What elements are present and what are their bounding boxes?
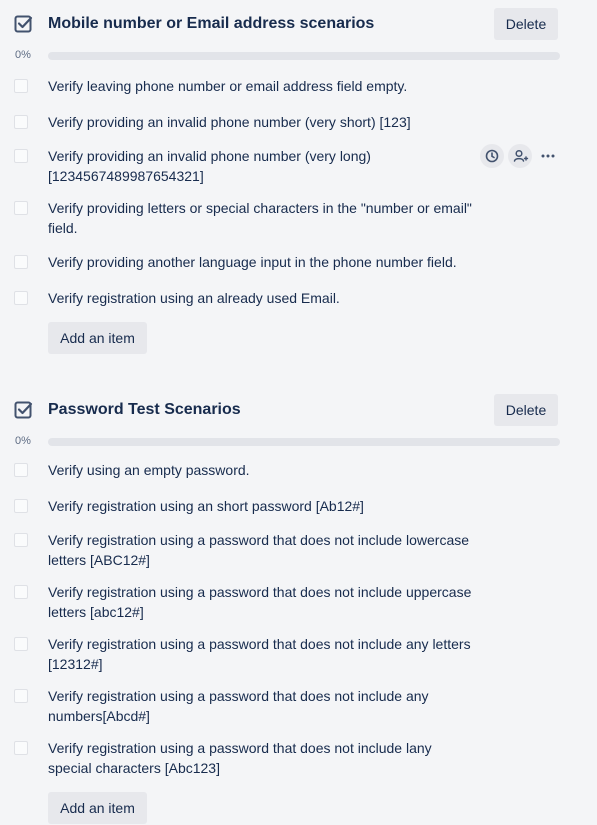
checklist-icon — [14, 15, 33, 33]
checklist-title[interactable]: Mobile number or Email address scenarios — [48, 15, 374, 33]
item-text[interactable]: Verify registration using an already use… — [48, 288, 478, 308]
checklist-header: Password Test Scenarios Delete — [0, 394, 597, 428]
item-checkbox[interactable] — [14, 499, 28, 513]
item-checkbox[interactable] — [14, 637, 28, 651]
assign-member-icon[interactable] — [508, 144, 532, 168]
item-checkbox[interactable] — [14, 689, 28, 703]
progress-percentage: 0% — [15, 49, 31, 61]
item-text[interactable]: Verify providing another language input … — [48, 252, 478, 272]
item-checkbox[interactable] — [14, 741, 28, 755]
progress-percentage: 0% — [15, 435, 31, 447]
item-text[interactable]: Verify registration using a password tha… — [48, 634, 478, 674]
item-text[interactable]: Verify leaving phone number or email add… — [48, 76, 478, 96]
progress-bar — [48, 52, 560, 60]
more-icon[interactable] — [536, 144, 560, 168]
item-text[interactable]: Verify using an empty password. — [48, 460, 478, 480]
item-text[interactable]: Verify registration using a password tha… — [48, 686, 448, 726]
item-checkbox[interactable] — [14, 585, 28, 599]
clock-icon[interactable] — [480, 144, 504, 168]
checklist-progress: 0% — [0, 48, 597, 64]
item-checkbox[interactable] — [14, 533, 28, 547]
item-checkbox[interactable] — [14, 255, 28, 269]
item-text[interactable]: Verify providing an invalid phone number… — [48, 112, 478, 132]
item-text[interactable]: Verify registration using an short passw… — [48, 496, 478, 516]
add-item-button[interactable]: Add an item — [48, 322, 147, 354]
checklist-progress: 0% — [0, 434, 597, 450]
item-checkbox[interactable] — [14, 149, 28, 163]
checklist-header: Mobile number or Email address scenarios… — [0, 8, 597, 42]
item-text[interactable]: Verify providing letters or special char… — [48, 198, 478, 238]
item-checkbox[interactable] — [14, 115, 28, 129]
item-checkbox[interactable] — [14, 79, 28, 93]
item-text[interactable]: Verify providing an invalid phone number… — [48, 146, 388, 186]
delete-checklist-button[interactable]: Delete — [494, 394, 558, 426]
item-text[interactable]: Verify registration using a password tha… — [48, 530, 478, 570]
delete-checklist-button[interactable]: Delete — [494, 8, 558, 40]
checklist-icon — [14, 401, 33, 419]
item-checkbox[interactable] — [14, 291, 28, 305]
add-item-button[interactable]: Add an item — [48, 792, 147, 824]
item-text[interactable]: Verify registration using a password tha… — [48, 738, 448, 778]
checklist-title[interactable]: Password Test Scenarios — [48, 401, 241, 419]
progress-bar — [48, 438, 560, 446]
item-checkbox[interactable] — [14, 463, 28, 477]
item-checkbox[interactable] — [14, 201, 28, 215]
item-text[interactable]: Verify registration using a password tha… — [48, 582, 478, 622]
